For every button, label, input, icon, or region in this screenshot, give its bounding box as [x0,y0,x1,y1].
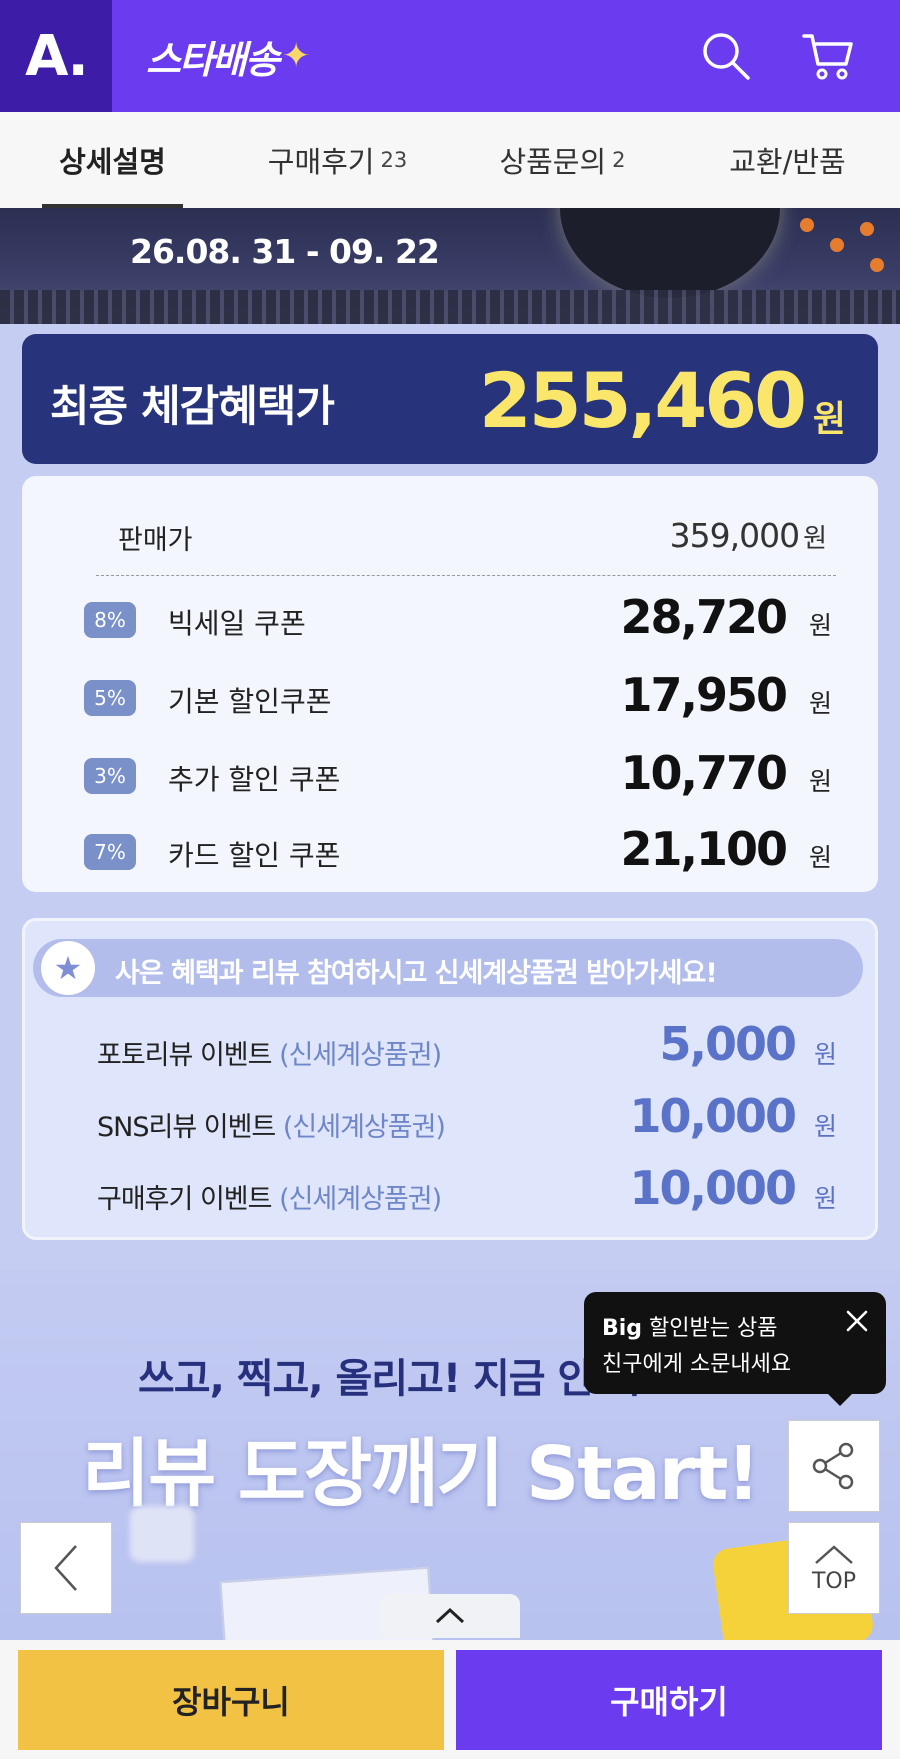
event-amount: 10,000 [629,1089,797,1143]
event-period: 26.08. 31 - 09. 22 [130,232,440,271]
event-unit: 원 [813,1112,837,1141]
blurred-graphic [130,1506,194,1562]
tab-count: 2 [612,148,626,172]
share-tooltip: Big 할인받는 상품 친구에게 소문내세요 [584,1292,886,1406]
coupon-percent-badge: 7% [84,834,136,870]
search-icon[interactable] [698,28,754,84]
chevron-up-icon [435,1607,465,1624]
chevron-up-icon [815,1544,853,1564]
sale-price-row: 판매가 359,000 원 [96,496,836,576]
sparkle-icon: ✦ [281,36,310,76]
event-unit: 원 [813,1184,837,1213]
coupon-name: 기본 할인쿠폰 [168,685,332,718]
app-logo[interactable]: A. [0,0,112,112]
sale-price-value: 359,000 원 [669,516,827,555]
roof-graphic [0,290,900,324]
coupon-unit: 원 [808,843,832,872]
buy-button-label: 구매하기 [610,1683,728,1721]
close-icon[interactable] [842,1306,872,1336]
coupon-unit: 원 [808,767,832,796]
event-name: 포토리뷰 이벤트 (신세계상품권) [97,1040,442,1071]
tab-label: 상품문의 [499,145,607,179]
event-row: 구매후기 이벤트 (신세계상품권) 10,000 원 [97,1161,837,1221]
app-header: A. 스타배송 ✦ [0,0,900,112]
event-headline: 사은 혜택과 리뷰 참여하시고 신세계상품권 받아가세요! [115,958,718,989]
review-banner-subtitle: 쓰고, 찍고, 올리고! 지금 안 하 [138,1356,643,1402]
tab-reviews[interactable]: 구매후기 23 [225,112,450,208]
prev-button[interactable] [20,1522,112,1614]
expand-toggle[interactable] [380,1594,520,1638]
coupon-amount: 17,950 [620,668,788,722]
tooltip-arrow [828,1394,852,1406]
coupon-name: 추가 할인 쿠폰 [168,763,341,796]
event-headline-bar: ★ 사은 혜택과 리뷰 참여하시고 신세계상품권 받아가세요! [33,939,863,997]
scroll-top-button[interactable]: TOP [788,1522,880,1614]
discount-breakdown: 판매가 359,000 원 8% 빅세일 쿠폰 28,720 원 5% 기본 할인… [22,476,878,892]
event-name: 구매후기 이벤트 (신세계상품권) [97,1184,442,1215]
share-icon [812,1442,854,1490]
coupon-amount: 28,720 [620,590,788,644]
coupon-percent-badge: 3% [84,758,136,794]
final-price-box: 최종 체감혜택가 255,460 원 [22,334,878,464]
add-to-cart-button[interactable]: 장바구니 [18,1650,444,1750]
coupon-unit: 원 [808,611,832,640]
final-price-unit: 원 [812,399,846,440]
final-price-label: 최종 체감혜택가 [50,382,335,432]
event-name: SNS리뷰 이벤트 (신세계상품권) [97,1112,446,1143]
sale-price-label: 판매가 [118,525,193,556]
event-amount: 10,000 [629,1161,797,1215]
brand-text: 스타배송 [146,37,280,82]
chevron-left-icon [54,1545,77,1591]
persimmon-graphic [830,238,844,252]
tab-description[interactable]: 상세설명 [0,112,225,208]
review-event-box: ★ 사은 혜택과 리뷰 참여하시고 신세계상품권 받아가세요! 포토리뷰 이벤트… [22,918,878,1240]
tab-inquiries[interactable]: 상품문의 2 [450,112,675,208]
coupon-percent-badge: 5% [84,680,136,716]
cart-icon[interactable] [800,28,856,84]
coupon-unit: 원 [808,689,832,718]
persimmon-graphic [870,258,884,272]
bottom-action-bar: 장바구니 구매하기 [0,1640,900,1759]
buy-now-button[interactable]: 구매하기 [456,1650,882,1750]
persimmon-graphic [860,222,874,236]
brand-title[interactable]: 스타배송 ✦ [146,30,310,82]
coupon-row: 7% 카드 할인 쿠폰 21,100 원 [84,820,844,880]
tab-label: 상세설명 [59,145,166,179]
coupon-row: 8% 빅세일 쿠폰 28,720 원 [84,588,844,648]
tooltip-line2: 친구에게 소문내세요 [602,1352,792,1377]
tab-label: 교환/반품 [729,145,846,179]
coupon-name: 카드 할인 쿠폰 [168,839,341,872]
final-price-amount: 255,460 [478,356,807,445]
logo-text: A. [25,23,89,89]
coupon-name: 빅세일 쿠폰 [168,607,306,640]
event-row: SNS리뷰 이벤트 (신세계상품권) 10,000 원 [97,1089,837,1149]
event-unit: 원 [813,1040,837,1069]
share-button[interactable] [788,1420,880,1512]
coupon-row: 5% 기본 할인쿠폰 17,950 원 [84,666,844,726]
promo-banner: 26.08. 31 - 09. 22 [0,208,900,324]
tab-count: 23 [380,148,408,172]
coupon-percent-badge: 8% [84,602,136,638]
tab-label: 구매후기 [267,145,375,179]
star-icon: ★ [41,941,95,995]
coupon-amount: 21,100 [620,822,788,876]
event-row: 포토리뷰 이벤트 (신세계상품권) 5,000 원 [97,1017,837,1077]
coupon-row: 3% 추가 할인 쿠폰 10,770 원 [84,744,844,804]
persimmon-graphic [800,218,814,232]
tab-exchange-return[interactable]: 교환/반품 [675,112,900,208]
coupon-amount: 10,770 [620,746,788,800]
moon-graphic [560,208,780,298]
event-amount: 5,000 [659,1017,797,1071]
review-banner-title: 리뷰 도장깨기 Start! [82,1431,760,1517]
cart-button-label: 장바구니 [172,1683,290,1721]
detail-tabs: 상세설명 구매후기 23 상품문의 2 교환/반품 [0,112,900,208]
top-label: TOP [811,1568,857,1594]
tooltip-line1: Big 할인받는 상품 [602,1316,778,1341]
